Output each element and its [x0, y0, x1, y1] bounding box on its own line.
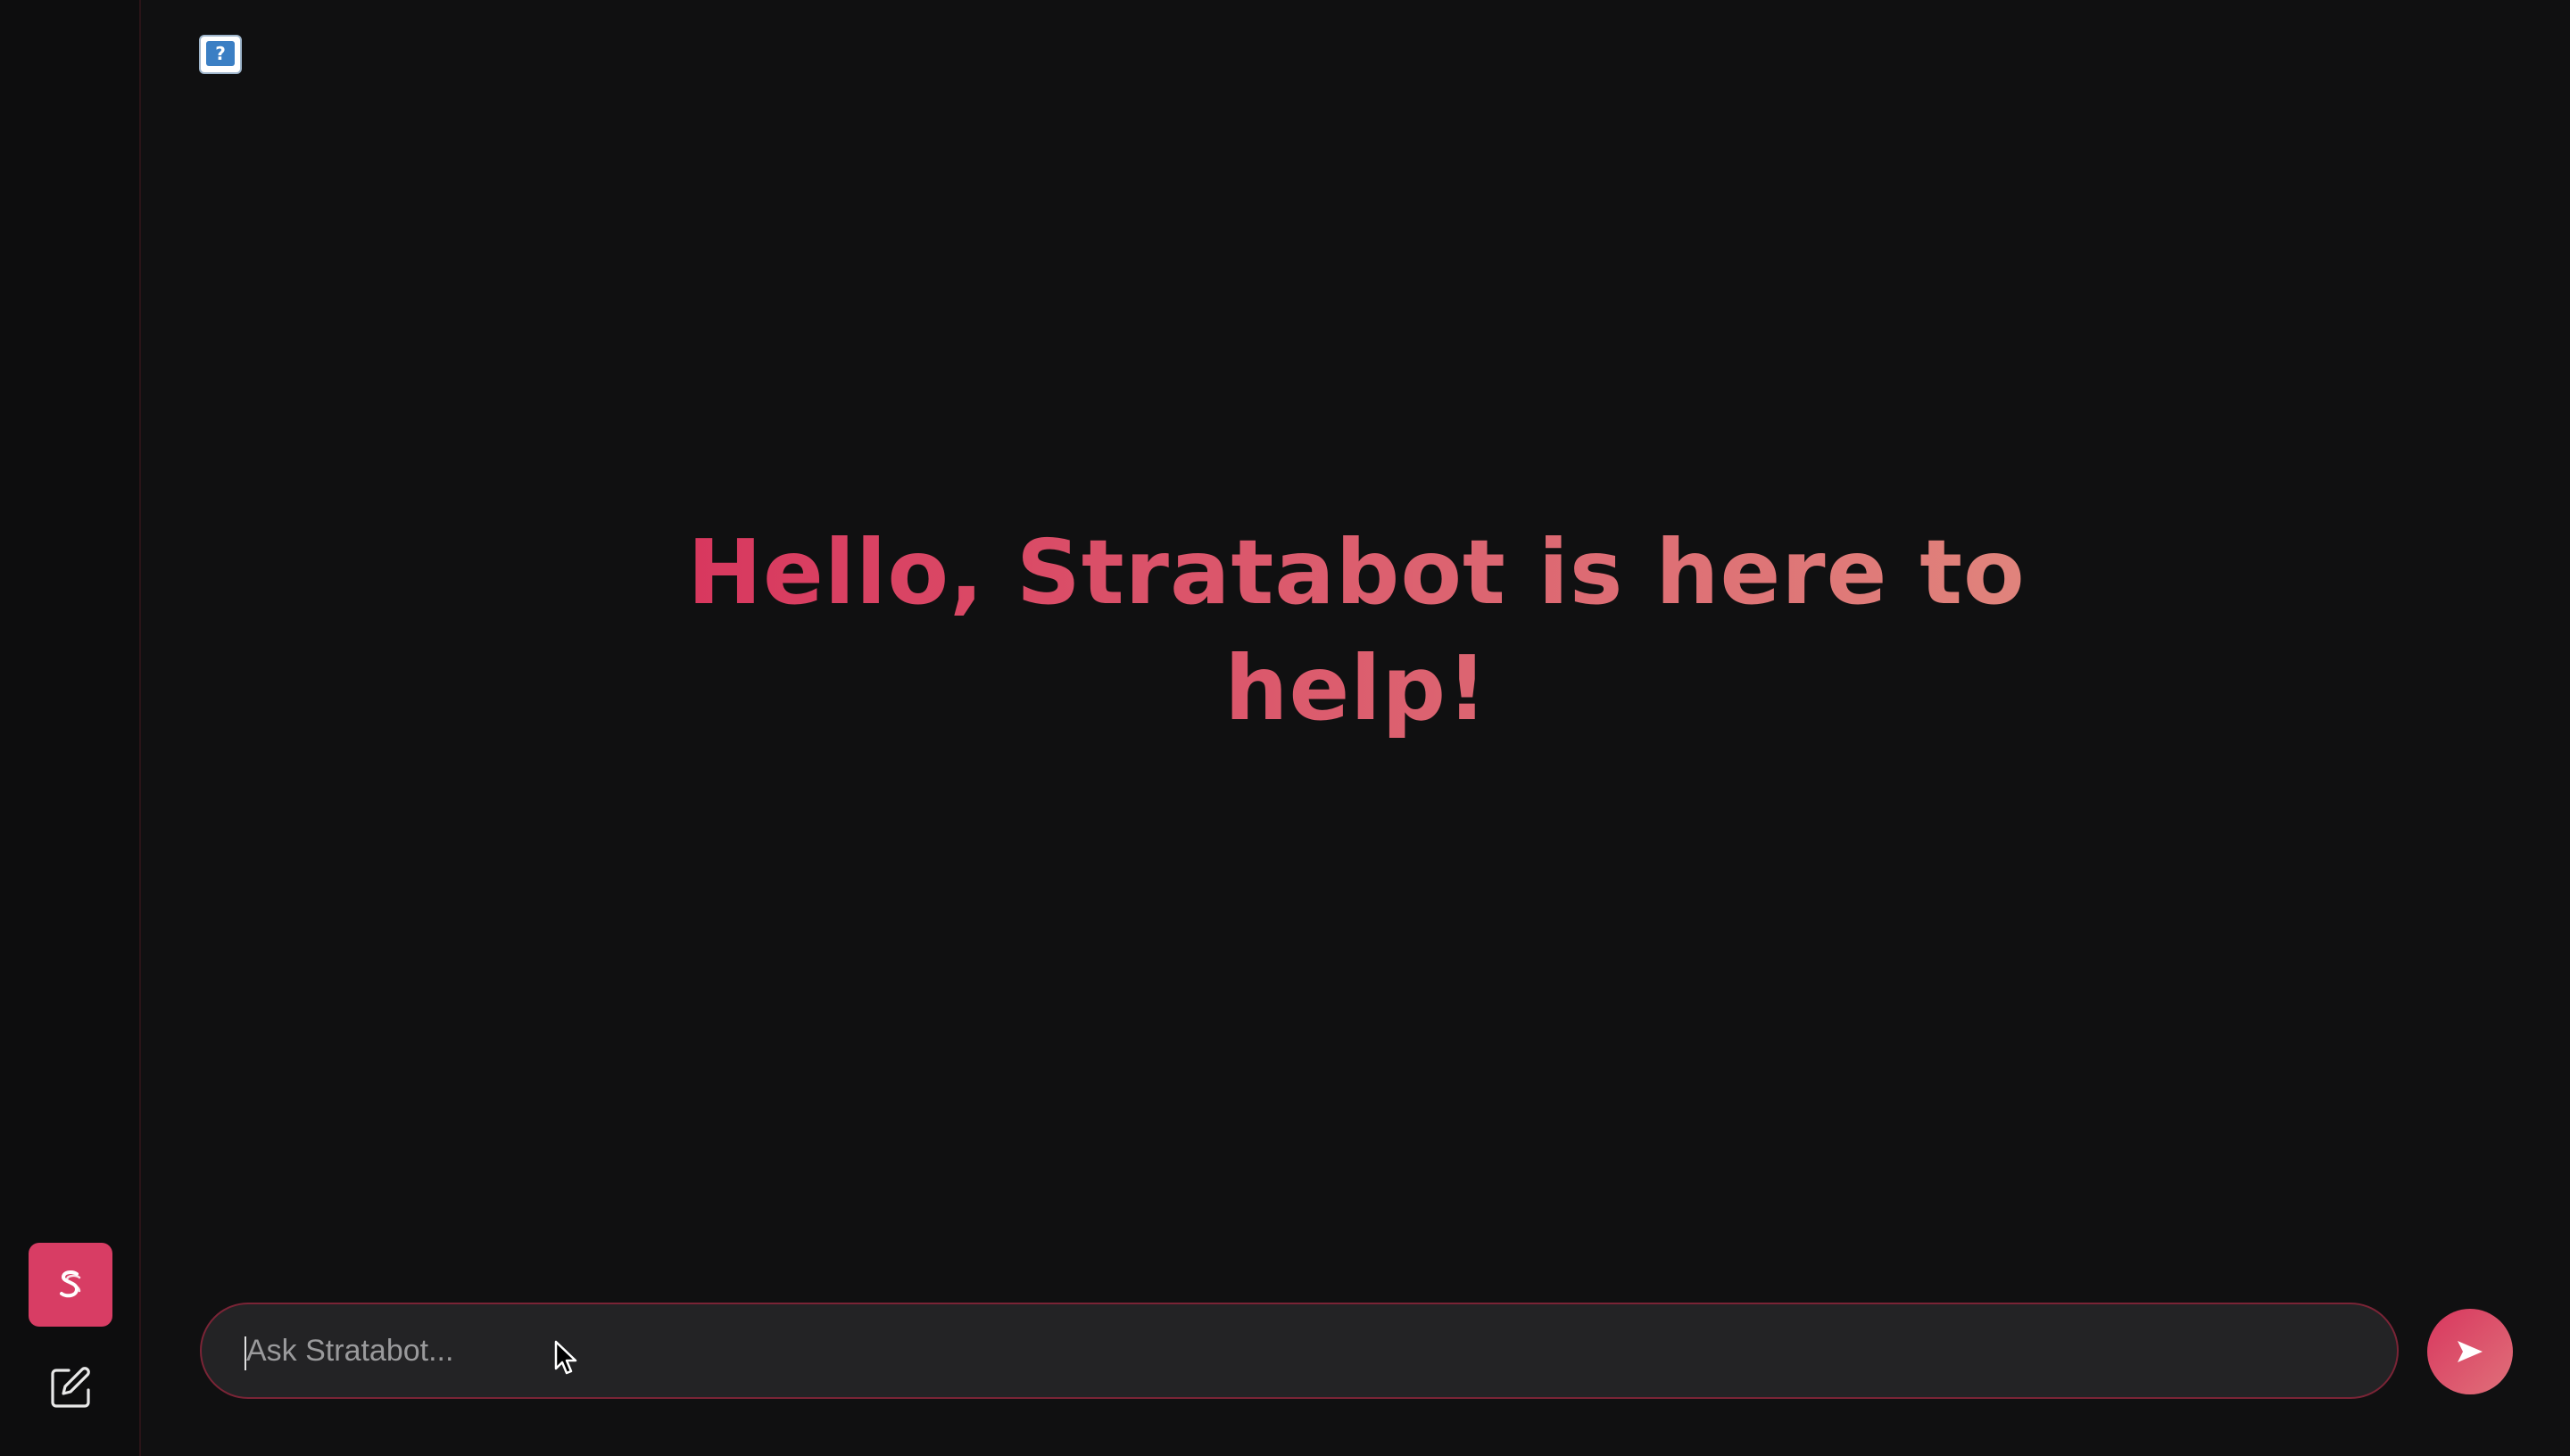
- mouse-cursor-icon: [554, 1340, 577, 1375]
- new-chat-button[interactable]: [45, 1362, 96, 1414]
- send-arrow-icon: [2458, 1341, 2483, 1362]
- stratabot-logo-button[interactable]: [29, 1243, 112, 1327]
- svg-text:?: ?: [215, 43, 226, 64]
- chat-composer: [200, 1303, 2399, 1399]
- stratabot-logo-icon: [60, 1270, 81, 1298]
- app-window: ? Hello, Stratabot is here to help!: [0, 0, 2570, 1456]
- broken-image-icon: ?: [198, 34, 243, 75]
- sidebar: [0, 0, 141, 1456]
- edit-icon: [51, 1367, 90, 1408]
- text-caret: [245, 1336, 246, 1370]
- greeting-heading: Hello, Stratabot is here to help!: [678, 515, 2035, 747]
- ask-input[interactable]: [202, 1303, 2397, 1398]
- send-button[interactable]: [2427, 1309, 2513, 1394]
